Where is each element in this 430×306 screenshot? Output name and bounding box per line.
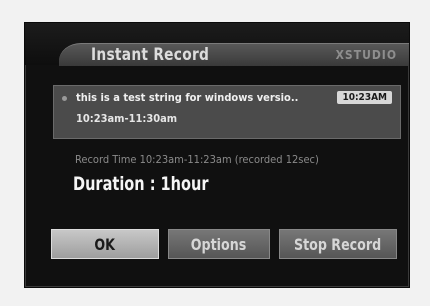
dialog-title: Instant Record (91, 45, 210, 65)
ok-button[interactable]: OK (51, 229, 159, 259)
duration-text: Duration : 1hour (73, 173, 209, 195)
brand-logo: XSTUDIO (335, 48, 397, 62)
options-button[interactable]: Options (168, 229, 270, 259)
program-title: this is a test string for windows versio… (76, 91, 299, 104)
stop-record-button[interactable]: Stop Record (279, 229, 397, 259)
options-button-label: Options (191, 234, 247, 254)
ok-button-label: OK (94, 234, 116, 254)
stop-record-button-label: Stop Record (294, 234, 382, 254)
program-info-box: this is a test string for windows versio… (53, 85, 401, 139)
instant-record-dialog: Instant Record XSTUDIO this is a test st… (24, 22, 410, 288)
record-time-text: Record Time 10:23am-11:23am (recorded 12… (75, 153, 319, 166)
bullet-icon (62, 96, 67, 101)
clock-badge: 10:23AM (337, 91, 392, 104)
dialog-header: Instant Record XSTUDIO (25, 23, 409, 66)
program-time-range: 10:23am-11:30am (76, 112, 178, 125)
